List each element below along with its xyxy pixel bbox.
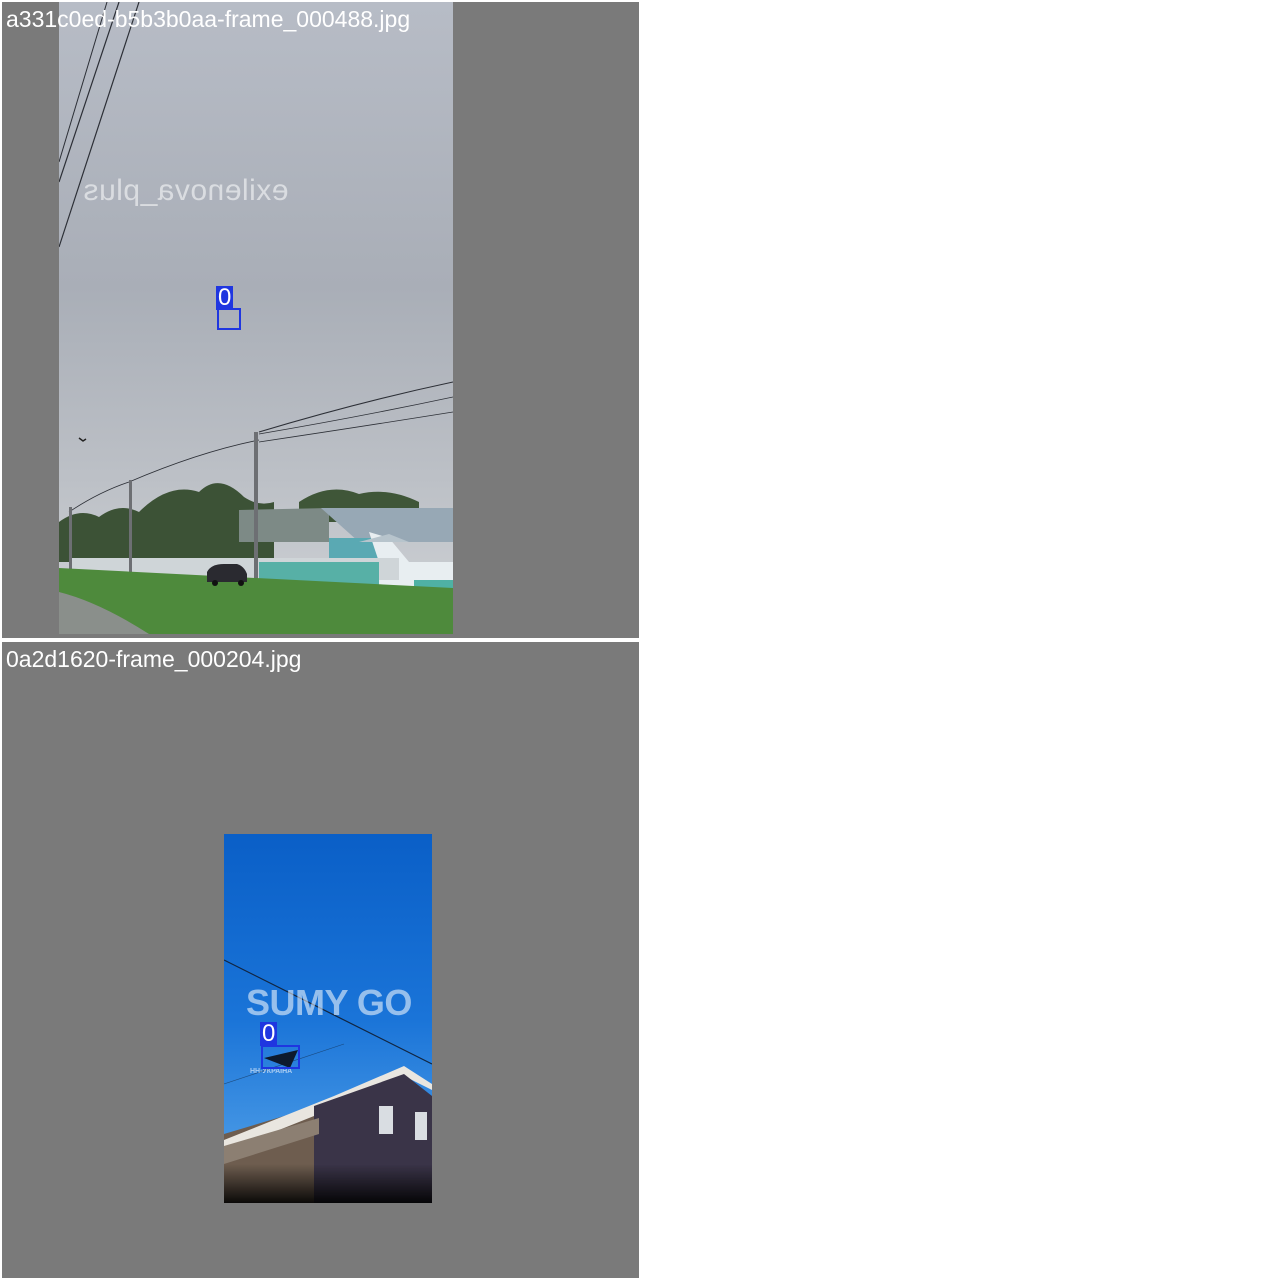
video-sub-watermark: НН-УКРАЇНА [250, 1068, 293, 1075]
detection-class-label: 0 [216, 284, 234, 311]
image-filename: a331c0ed-b5b3b0aa-frame_000488.jpg [6, 6, 411, 32]
image-filename: 0a2d1620-frame_000204.jpg [6, 646, 302, 672]
detection-box [261, 1045, 300, 1069]
detection-class-label: 0 [260, 1020, 278, 1047]
video-watermark: exilenova_plus [83, 174, 289, 207]
detection-box [217, 308, 241, 330]
image-tile-1: a331c0ed-b5b3b0aa-frame_000488.jpg exile… [2, 2, 639, 638]
video-watermark: SUMY GO [246, 982, 412, 1023]
photo-frame [59, 2, 453, 634]
image-tile-2: 0a2d1620-frame_000204.jpg SUMY GO НН-УКР… [2, 642, 639, 1278]
cloudy-village-photo [59, 2, 453, 634]
